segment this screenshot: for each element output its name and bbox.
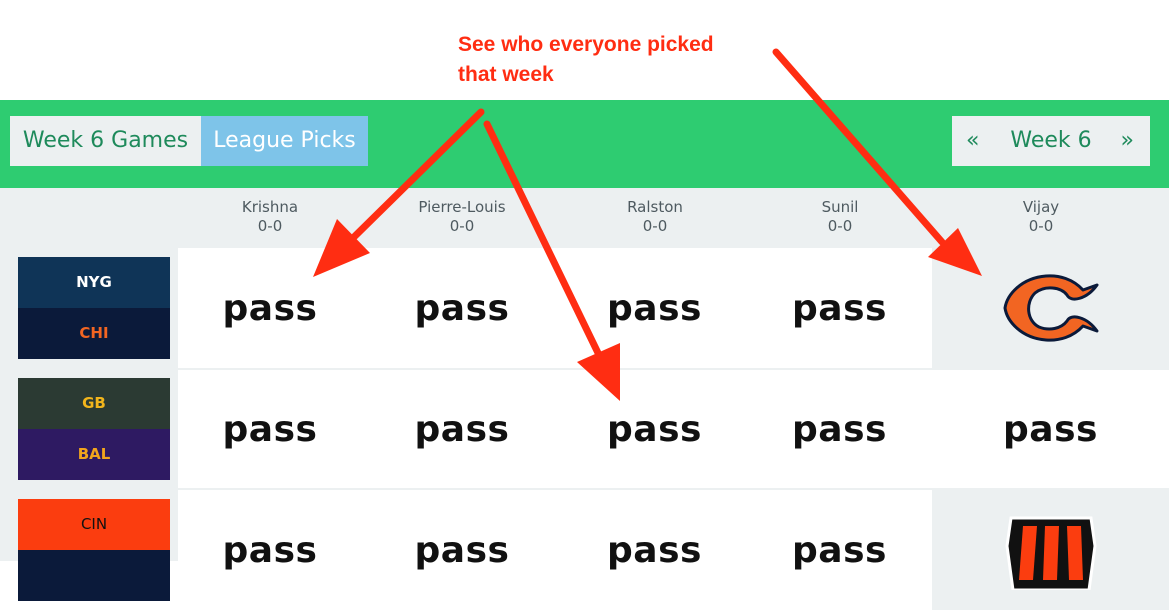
player-header: Pierre-Louis 0-0 xyxy=(382,198,542,236)
pick-text: pass xyxy=(1003,408,1098,450)
header-bar: Week 6 Games League Picks Week 6 « » xyxy=(0,100,1169,188)
team-home[interactable]: CHI xyxy=(18,308,170,359)
pick-cell: pass xyxy=(178,370,362,488)
game-row: pass pass pass pass xyxy=(178,248,1169,368)
matchup-gb-bal: GB BAL xyxy=(18,378,170,480)
pick-text: pass xyxy=(607,408,702,450)
team-home[interactable] xyxy=(18,550,170,601)
player-record: 0-0 xyxy=(827,217,853,235)
tab-week-games[interactable]: Week 6 Games xyxy=(10,116,201,166)
pick-cell: pass xyxy=(747,248,932,368)
player-header: Ralston 0-0 xyxy=(575,198,735,236)
pick-cell: pass xyxy=(362,490,562,610)
pick-cell: pass xyxy=(362,248,562,368)
pick-text: pass xyxy=(222,287,318,329)
matchup-nyg-chi: NYG CHI xyxy=(18,257,170,359)
bengals-logo-icon xyxy=(1004,516,1097,590)
pick-cell: pass xyxy=(178,248,362,368)
pick-cell: pass xyxy=(747,370,932,488)
pick-text: pass xyxy=(222,408,318,450)
pick-text: pass xyxy=(792,287,887,329)
pick-text: pass xyxy=(414,529,510,571)
matchup-cin: CIN xyxy=(18,499,170,601)
week-selector: Week 6 « » xyxy=(952,116,1150,166)
pick-cell: pass xyxy=(562,490,747,610)
player-record: 0-0 xyxy=(449,217,475,235)
pick-text: pass xyxy=(607,287,702,329)
team-away[interactable]: NYG xyxy=(18,257,170,308)
player-header: Sunil 0-0 xyxy=(760,198,920,236)
pick-text: pass xyxy=(792,529,887,571)
player-name: Pierre-Louis xyxy=(418,198,506,216)
pick-cell xyxy=(932,490,1169,610)
player-record: 0-0 xyxy=(1028,217,1054,235)
bears-logo-icon xyxy=(1003,274,1098,342)
game-row: pass pass pass pass pass xyxy=(178,370,1169,488)
player-header: Krishna 0-0 xyxy=(190,198,350,236)
team-away[interactable]: CIN xyxy=(18,499,170,550)
tab-league-picks[interactable]: League Picks xyxy=(201,116,368,166)
player-record: 0-0 xyxy=(642,217,668,235)
pick-text: pass xyxy=(414,408,510,450)
pick-text: pass xyxy=(414,287,510,329)
game-row: pass pass pass pass xyxy=(178,490,1169,610)
player-header: Vijay 0-0 xyxy=(961,198,1121,236)
annotation-text: See who everyone picked that week xyxy=(458,30,714,90)
pick-text: pass xyxy=(792,408,887,450)
player-name: Vijay xyxy=(1022,198,1060,216)
pick-cell: pass xyxy=(932,370,1169,488)
pick-text: pass xyxy=(222,529,318,571)
player-name: Krishna xyxy=(241,198,299,216)
pick-cell: pass xyxy=(362,370,562,488)
next-week-button[interactable]: » xyxy=(1121,116,1134,166)
pick-cell xyxy=(932,248,1169,368)
pick-cell: pass xyxy=(747,490,932,610)
player-name: Sunil xyxy=(821,198,859,216)
player-name: Ralston xyxy=(627,198,683,216)
pick-cell: pass xyxy=(562,370,747,488)
pick-text: pass xyxy=(607,529,702,571)
player-record: 0-0 xyxy=(257,217,283,235)
picks-table: Krishna 0-0 Pierre-Louis 0-0 Ralston 0-0… xyxy=(0,188,1169,610)
previous-week-button[interactable]: « xyxy=(966,116,979,166)
annotation-line-2: that week xyxy=(458,63,554,86)
pick-cell: pass xyxy=(178,490,362,610)
team-home[interactable]: BAL xyxy=(18,429,170,480)
pick-cell: pass xyxy=(562,248,747,368)
annotation-line-1: See who everyone picked xyxy=(458,33,714,56)
team-away[interactable]: GB xyxy=(18,378,170,429)
